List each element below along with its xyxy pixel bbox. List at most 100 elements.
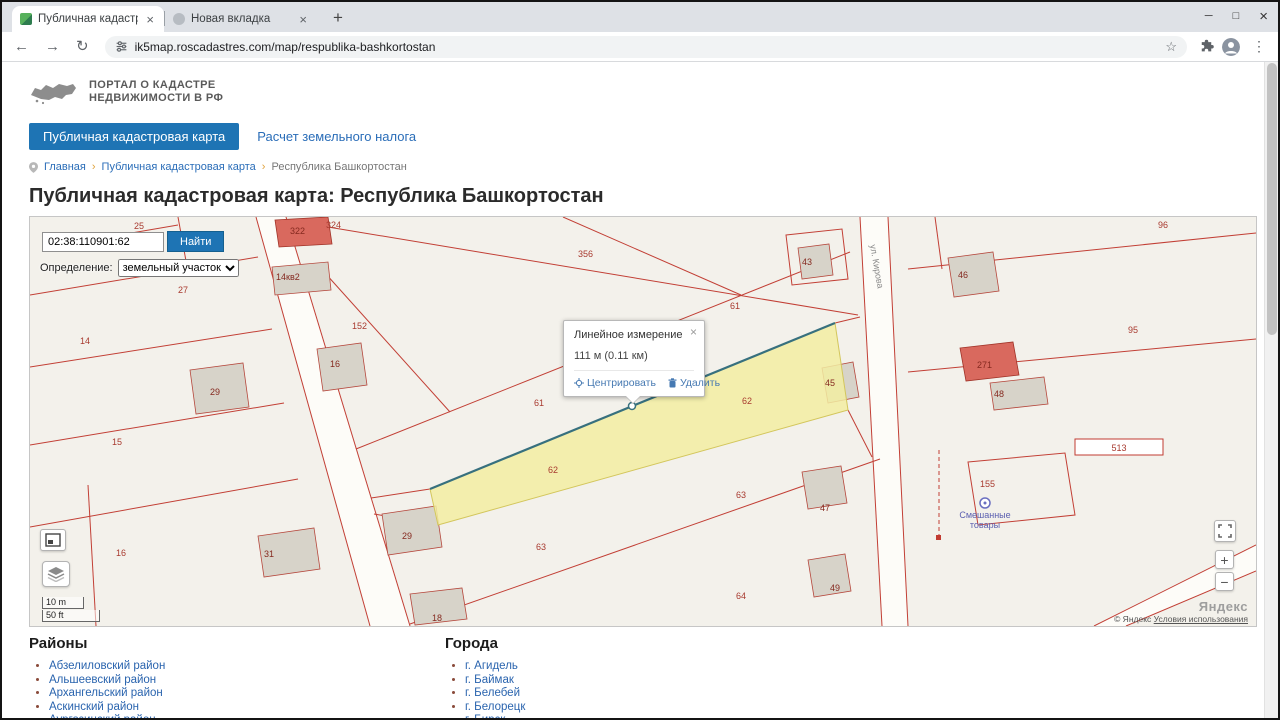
- legend-button[interactable]: [40, 529, 66, 551]
- parcel-number: 356: [578, 249, 593, 259]
- person-icon: [1222, 38, 1240, 56]
- list-item: Альшеевский район: [49, 674, 445, 687]
- browser-menu-icon[interactable]: ⋮: [1248, 38, 1270, 55]
- site-info-icon[interactable]: [115, 40, 128, 53]
- page-scrollbar[interactable]: [1264, 62, 1278, 718]
- parcel-number: 61: [534, 398, 544, 408]
- parcel-number: 513: [1111, 443, 1126, 453]
- tab-new-tab[interactable]: Новая вкладка ×: [165, 6, 317, 32]
- layers-button[interactable]: [42, 561, 70, 587]
- bookmark-star-icon[interactable]: ☆: [1165, 39, 1177, 55]
- parcel-number: 29: [402, 531, 412, 541]
- parcel-number: 47: [820, 503, 830, 513]
- parcel-number: 96: [1158, 220, 1168, 230]
- region-links: Районы Абзелиловский районАльшеевский ра…: [29, 635, 1268, 718]
- zoom-in-button[interactable]: +: [1215, 550, 1234, 569]
- city-link[interactable]: г. Баймак: [465, 674, 514, 686]
- district-link[interactable]: Аскинский район: [49, 701, 139, 713]
- map-scale: 10 m 50 ft: [42, 597, 100, 622]
- site-header: ПОРТАЛ О КАДАСТРЕ НЕДВИЖИМОСТИ В РФ: [29, 74, 1268, 110]
- city-link[interactable]: г. Агидель: [465, 660, 518, 672]
- parcel-number: 16: [116, 548, 126, 558]
- cities-list: г. Агидель г. Баймакг. Белебей г. Белорецк…: [445, 660, 861, 718]
- copyright-text: © Яндекс: [1114, 614, 1151, 624]
- layers-icon: [47, 566, 65, 582]
- browser-tab-bar: Публичная кадастровая карт... × Новая вк…: [2, 2, 1278, 32]
- list-item: г. Баймак: [465, 674, 861, 687]
- parcel-number: 62: [548, 465, 558, 475]
- yandex-logo: Яндекс: [1114, 599, 1248, 614]
- parcel-number: 155: [980, 479, 995, 489]
- cadastral-search-input[interactable]: [42, 232, 164, 252]
- parcel-number: 63: [736, 490, 746, 500]
- breadcrumb-current: Республика Башкортостан: [271, 161, 406, 173]
- crosshair-icon: [574, 378, 584, 388]
- parcel-number: 324: [326, 220, 341, 230]
- maximize-button[interactable]: □: [1233, 10, 1240, 22]
- reload-button[interactable]: ↻: [72, 39, 93, 54]
- minimize-button[interactable]: ─: [1205, 10, 1213, 22]
- cities-heading: Города: [445, 635, 861, 652]
- parcel-number: 64: [736, 591, 746, 601]
- district-link[interactable]: Альшеевский район: [49, 674, 156, 686]
- fullscreen-button[interactable]: [1214, 520, 1236, 542]
- find-button[interactable]: Найти: [167, 231, 224, 252]
- url-text: ik5map.roscadastres.com/map/respublika-b…: [135, 40, 436, 54]
- city-link[interactable]: г. Бирск: [465, 714, 505, 718]
- breadcrumb-home-link[interactable]: Главная: [44, 161, 86, 173]
- tab-close-icon[interactable]: ×: [144, 13, 156, 26]
- map-canvas[interactable]: ул. Кирова Смешанные товары 253243223569…: [29, 216, 1257, 627]
- city-link[interactable]: г. Белорецк: [465, 701, 525, 713]
- parcel-number: 49: [830, 583, 840, 593]
- tab-title: Публичная кадастровая карт...: [38, 13, 138, 25]
- parcel-number: 25: [134, 221, 144, 231]
- page-title: Публичная кадастровая карта: Республика …: [29, 184, 1268, 208]
- parcel-number: 61: [730, 301, 740, 311]
- center-link[interactable]: Центрировать: [574, 377, 656, 389]
- parcel-number: 322: [290, 226, 305, 236]
- browser-toolbar: ← → ↻ ik5map.roscadastres.com/map/respub…: [2, 32, 1278, 62]
- districts-list: Абзелиловский район Альшеевский районАрха…: [29, 660, 445, 718]
- fullscreen-icon: [1218, 524, 1232, 538]
- scale-meters: 10 m: [42, 597, 84, 609]
- definition-filter: Определение: земельный участок: [40, 259, 239, 277]
- parcel-number: 27: [178, 285, 188, 295]
- district-link[interactable]: Аургазинский район: [49, 714, 156, 718]
- map-search: Найти: [42, 231, 224, 252]
- new-tab-button[interactable]: +: [327, 8, 349, 28]
- zoom-out-button[interactable]: −: [1215, 572, 1234, 591]
- tab-land-tax-link[interactable]: Расчет земельного налога: [257, 129, 416, 144]
- tab-close-icon[interactable]: ×: [297, 13, 309, 26]
- tab-favicon-icon: [173, 13, 185, 25]
- back-button[interactable]: ←: [10, 39, 33, 54]
- tab-cadastral-map[interactable]: Публичная кадастровая карт... ×: [12, 6, 164, 32]
- parcel-number: 18: [432, 613, 442, 623]
- portal-logo-icon: [29, 77, 77, 107]
- extensions-icon[interactable]: [1199, 39, 1214, 54]
- parcel-number: 31: [264, 549, 274, 559]
- map-attribution: Яндекс © Яндекс Условия использования: [1114, 599, 1248, 624]
- delete-link[interactable]: Удалить: [668, 377, 720, 389]
- scrollbar-thumb[interactable]: [1267, 63, 1277, 335]
- map-pin-icon: [29, 162, 38, 173]
- district-link[interactable]: Архангельский район: [49, 687, 163, 699]
- measurement-value: 111 м (0.11 км): [574, 350, 694, 362]
- profile-avatar[interactable]: [1222, 38, 1240, 56]
- list-item: Аургазинский район: [49, 714, 445, 718]
- city-link[interactable]: г. Белебей: [465, 687, 520, 699]
- breadcrumb-map-link[interactable]: Публичная кадастровая карта: [102, 161, 256, 173]
- measurement-popup: Линейное измерение × 111 м (0.11 км) Цен…: [563, 320, 705, 397]
- forward-button[interactable]: →: [41, 39, 64, 54]
- address-bar[interactable]: ik5map.roscadastres.com/map/respublika-b…: [105, 36, 1187, 58]
- window-controls: ─ □ ×: [1205, 2, 1268, 30]
- window-close-button[interactable]: ×: [1259, 8, 1268, 25]
- page-viewport: ПОРТАЛ О КАДАСТРЕ НЕДВИЖИМОСТИ В РФ Публ…: [2, 62, 1278, 718]
- district-link[interactable]: Абзелиловский район: [49, 660, 165, 672]
- tab-public-cadastral-map[interactable]: Публичная кадастровая карта: [29, 123, 239, 150]
- popup-close-icon[interactable]: ×: [690, 325, 697, 339]
- list-item: г. Агидель: [465, 660, 861, 673]
- parcel-number: 14: [80, 336, 90, 346]
- terms-of-use-link[interactable]: Условия использования: [1154, 614, 1248, 624]
- parcel-number: 43: [802, 257, 812, 267]
- definition-select[interactable]: земельный участок: [118, 259, 239, 277]
